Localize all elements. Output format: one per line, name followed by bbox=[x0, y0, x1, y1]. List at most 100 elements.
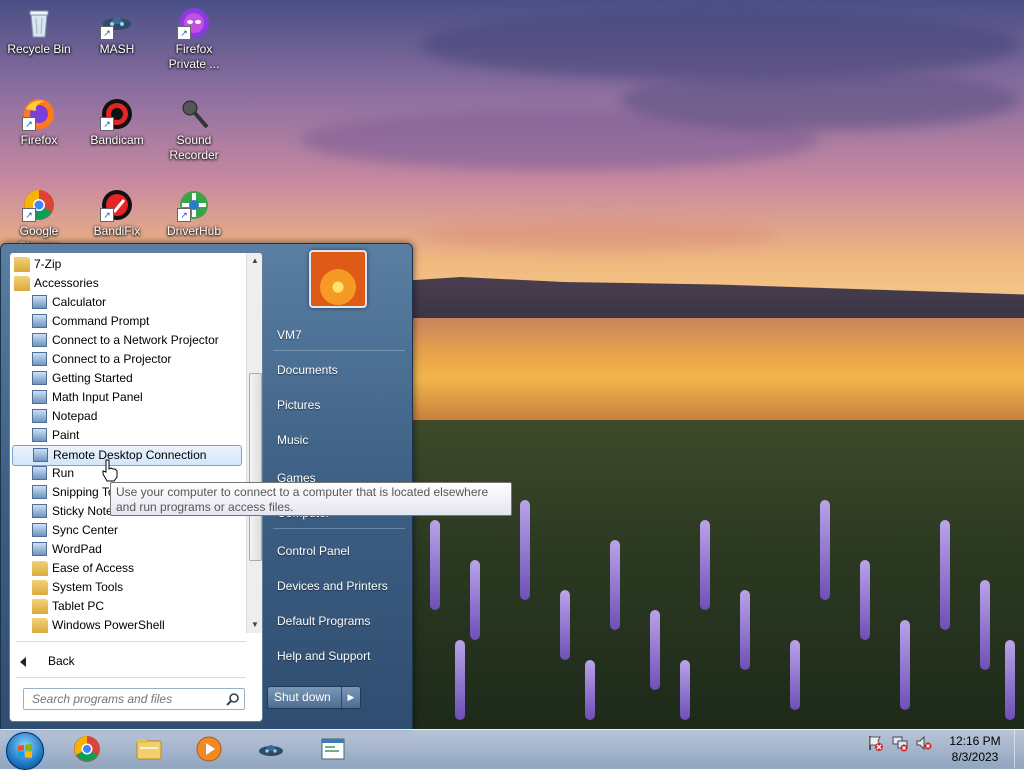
desktop-icon-bandifix[interactable]: ↗ BandiFix bbox=[79, 188, 155, 239]
program-item[interactable]: Math Input Panel bbox=[10, 388, 240, 407]
program-item[interactable]: Remote Desktop Connection bbox=[12, 445, 242, 466]
program-label: WordPad bbox=[52, 542, 102, 556]
program-label: Windows PowerShell bbox=[52, 618, 165, 632]
shortcut-arrow-icon: ↗ bbox=[22, 117, 36, 131]
desktop-icon-firefox[interactable]: ↗ Firefox bbox=[1, 97, 77, 148]
bandicam-icon: ↗ bbox=[100, 97, 134, 131]
back-arrow-icon bbox=[20, 656, 26, 667]
shutdown-button[interactable]: Shut down ▶ bbox=[267, 686, 361, 709]
show-desktop-button[interactable] bbox=[1014, 729, 1024, 768]
shutdown-label: Shut down bbox=[274, 690, 331, 704]
program-label: Calculator bbox=[52, 295, 107, 309]
program-icon bbox=[32, 485, 47, 499]
program-item[interactable]: Tablet PC bbox=[10, 597, 240, 616]
program-icon bbox=[33, 448, 48, 462]
tooltip: Use your computer to connect to a comput… bbox=[110, 482, 512, 516]
start-right-item-pictures[interactable]: Pictures bbox=[277, 393, 320, 417]
taskbar-mash-button[interactable] bbox=[244, 731, 296, 767]
windows-logo-icon bbox=[18, 744, 32, 758]
tooltip-text: Use your computer to connect to a comput… bbox=[116, 485, 489, 514]
desktop-icon-firefox-private[interactable]: ↗ Firefox Private ... bbox=[156, 6, 232, 72]
taskbar-explorer-button[interactable] bbox=[122, 731, 174, 767]
taskbar-chrome-button[interactable] bbox=[60, 731, 112, 767]
desktop-icon-recycle-bin[interactable]: Recycle Bin bbox=[1, 6, 77, 57]
desktop-icon-sound-recorder[interactable]: Sound Recorder bbox=[156, 97, 232, 163]
search-icon[interactable] bbox=[226, 692, 240, 706]
back-button[interactable]: Back bbox=[20, 651, 75, 671]
start-right-item-music[interactable]: Music bbox=[277, 428, 308, 452]
program-icon bbox=[32, 504, 47, 518]
program-icon bbox=[32, 428, 47, 442]
program-item[interactable]: 7-Zip bbox=[10, 255, 240, 274]
app-window-icon bbox=[321, 738, 345, 760]
back-label: Back bbox=[48, 654, 75, 668]
search-box[interactable] bbox=[23, 688, 245, 710]
shutdown-options-arrow-icon[interactable]: ▶ bbox=[341, 687, 360, 708]
start-right-item-default-programs[interactable]: Default Programs bbox=[277, 609, 370, 633]
program-item[interactable]: Connect to a Projector bbox=[10, 350, 240, 369]
program-item[interactable]: Paint bbox=[10, 426, 240, 445]
scroll-down-arrow-icon[interactable]: ▼ bbox=[247, 617, 262, 633]
program-item[interactable]: Command Prompt bbox=[10, 312, 240, 331]
driverhub-icon: ↗ bbox=[177, 188, 211, 222]
start-right-item-vm7[interactable]: VM7 bbox=[277, 323, 302, 347]
desktop-icon-bandicam[interactable]: ↗ Bandicam bbox=[79, 97, 155, 148]
shortcut-arrow-icon: ↗ bbox=[100, 26, 114, 40]
program-item[interactable]: WordPad bbox=[10, 540, 240, 559]
program-item[interactable]: Calculator bbox=[10, 293, 240, 312]
folder-icon bbox=[14, 257, 30, 272]
folder-icon bbox=[32, 561, 48, 576]
program-item[interactable]: Getting Started bbox=[10, 369, 240, 388]
taskbar-media-player-button[interactable] bbox=[182, 731, 234, 767]
program-item[interactable]: Sync Center bbox=[10, 521, 240, 540]
desktop-icon-label: DriverHub bbox=[166, 224, 221, 238]
explorer-icon bbox=[136, 739, 162, 760]
program-item[interactable]: Notepad bbox=[10, 407, 240, 426]
programs-scrollbar[interactable]: ▲ ▼ bbox=[246, 253, 262, 633]
program-icon bbox=[32, 466, 47, 480]
scrollbar-thumb[interactable] bbox=[249, 373, 262, 561]
mash-icon: ↗ bbox=[100, 6, 134, 40]
program-label: Connect to a Projector bbox=[52, 352, 172, 366]
desktop-icon-label: MASH bbox=[99, 42, 135, 56]
program-item[interactable]: Windows PowerShell bbox=[10, 616, 240, 635]
start-right-item-help-and-support[interactable]: Help and Support bbox=[277, 644, 370, 668]
all-programs-list: 7-Zip Accessories Calculator Command Prompt… bbox=[10, 253, 250, 633]
desktop-icon-driverhub[interactable]: ↗ DriverHub bbox=[156, 188, 232, 239]
search-input[interactable] bbox=[30, 689, 224, 709]
program-label: Accessories bbox=[34, 276, 99, 290]
program-label: Sync Center bbox=[52, 523, 119, 537]
desktop-icon-mash[interactable]: ↗ MASH bbox=[79, 6, 155, 57]
chrome-icon: ↗ bbox=[22, 188, 56, 222]
start-button[interactable] bbox=[6, 732, 44, 770]
program-label: Ease of Access bbox=[52, 561, 135, 575]
program-item[interactable]: System Tools bbox=[10, 578, 240, 597]
separator bbox=[16, 677, 246, 678]
program-item[interactable]: Connect to a Network Projector bbox=[10, 331, 240, 350]
taskbar-app-window-button[interactable] bbox=[306, 731, 358, 767]
start-right-item-devices-and-printers[interactable]: Devices and Printers bbox=[277, 574, 388, 598]
microphone-icon bbox=[177, 97, 211, 131]
network-icon[interactable] bbox=[891, 734, 909, 752]
action-center-flag-icon[interactable] bbox=[866, 734, 884, 752]
start-right-item-control-panel[interactable]: Control Panel bbox=[277, 539, 350, 563]
program-item[interactable]: Accessories bbox=[10, 274, 240, 293]
shortcut-arrow-icon: ↗ bbox=[22, 208, 36, 222]
start-right-item-documents[interactable]: Documents bbox=[277, 358, 338, 382]
user-account-picture[interactable] bbox=[309, 250, 367, 308]
hand-cursor-icon bbox=[102, 459, 118, 482]
program-icon bbox=[32, 352, 47, 366]
scroll-up-arrow-icon[interactable]: ▲ bbox=[247, 253, 262, 269]
program-icon bbox=[32, 390, 47, 404]
program-label: 7-Zip bbox=[34, 257, 62, 271]
volume-muted-icon[interactable] bbox=[915, 734, 933, 752]
desktop-icon-label: Firefox bbox=[20, 133, 58, 147]
firefox-icon: ↗ bbox=[22, 97, 56, 131]
program-label: Notepad bbox=[52, 409, 98, 423]
folder-icon bbox=[14, 276, 30, 291]
system-clock[interactable]: 12:16 PM 8/3/2023 bbox=[942, 733, 1008, 765]
program-icon bbox=[32, 542, 47, 556]
program-item[interactable]: Run bbox=[10, 464, 240, 483]
media-player-icon bbox=[196, 736, 222, 762]
program-item[interactable]: Ease of Access bbox=[10, 559, 240, 578]
